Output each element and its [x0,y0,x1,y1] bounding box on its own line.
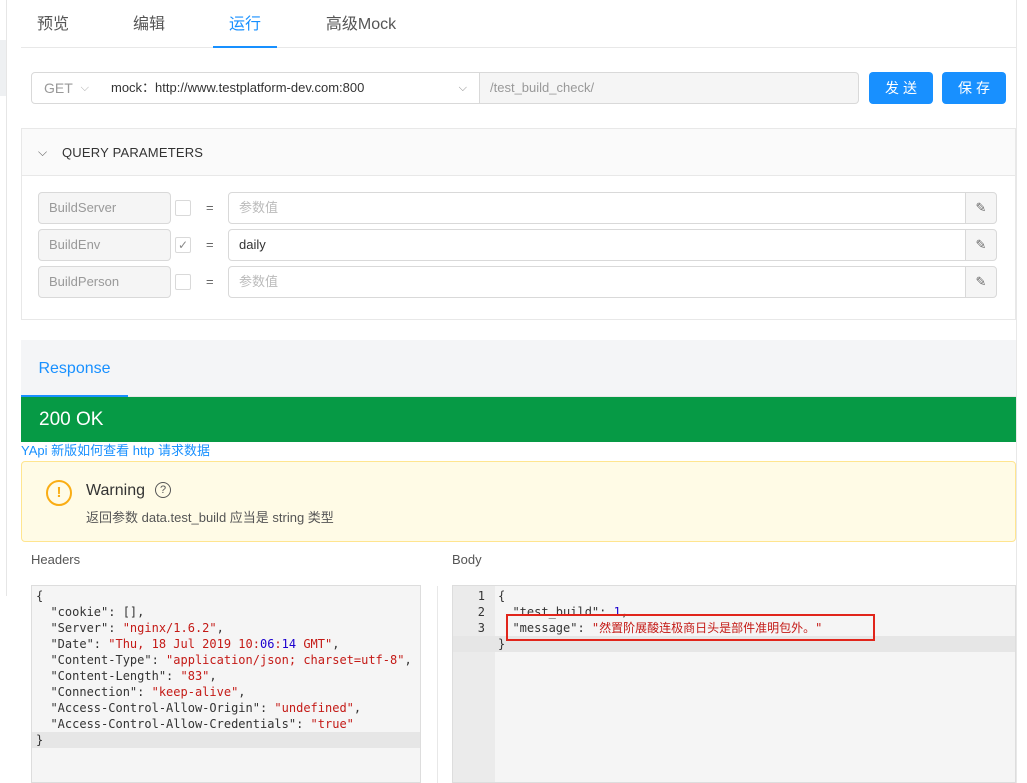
divider [437,586,438,783]
param-name: BuildPerson [38,266,171,298]
param-value-input[interactable]: 参数值 [228,192,966,224]
warning-title: Warning [86,482,145,499]
param-enable-checkbox[interactable] [175,200,191,216]
code-line: "Content-Length": "83", [36,669,217,683]
query-parameters-header[interactable]: ⌵ QUERY PARAMETERS [22,129,1015,176]
query-parameters-title: QUERY PARAMETERS [62,145,204,160]
chevron-down-icon: ⌵ [458,82,467,94]
param-row: BuildEnv ✓ = daily ✎ [38,229,1000,261]
code-line: "Date": "Thu, 18 Jul 2019 10:06:14 GMT", [36,637,340,651]
headers-editor[interactable]: { "cookie": [], "Server": "nginx/1.6.2",… [31,585,421,783]
question-icon[interactable]: ? [155,482,171,498]
tab-edit[interactable]: 编辑 [117,0,181,48]
path-input[interactable]: /test_build_check/ [480,72,859,104]
status-bar: 200 OK [21,397,1016,442]
tab-run[interactable]: 运行 [213,0,277,48]
equals-sign: = [206,237,214,252]
exclamation-icon: ! [46,480,72,506]
send-button[interactable]: 发送 [869,72,933,104]
response-tabs: Response [21,340,1016,397]
edit-icon[interactable]: ✎ [965,266,997,298]
code-line: { [36,589,44,603]
code-line: { [498,589,506,603]
param-row: BuildPerson = 参数值 ✎ [38,266,1000,298]
param-row: BuildServer = 参数值 ✎ [38,192,1000,224]
param-value-input[interactable]: daily [228,229,966,261]
edit-icon[interactable]: ✎ [965,229,997,261]
equals-sign: = [206,200,214,215]
code-line: "Content-Type": "application/json; chars… [36,653,412,667]
tab-advanced-mock[interactable]: 高级Mock [309,0,413,48]
check-icon: ✓ [177,238,189,252]
edit-icon[interactable]: ✎ [965,192,997,224]
code-line: "cookie": [], [36,605,145,619]
warning-description: 返回参数 data.test_build 应当是 string 类型 [86,510,334,525]
code-line: "Access-Control-Allow-Credentials": "tru… [36,717,354,731]
body-label: Body [452,552,482,567]
headers-label: Headers [31,552,81,567]
tab-response[interactable]: Response [21,340,128,397]
code-line: "Connection": "keep-alive", [36,685,246,699]
param-name: BuildEnv [38,229,171,261]
chevron-down-icon: ⌵ [80,82,89,94]
highlight-box [506,614,875,641]
code-line: } [32,732,420,748]
top-tabs: 预览 编辑 运行 高级Mock [21,0,1016,48]
help-link[interactable]: YApi 新版如何查看 http 请求数据 [21,442,210,460]
method-value: GET [44,80,73,96]
save-button[interactable]: 保存 [942,72,1006,104]
param-enable-checkbox[interactable] [175,274,191,290]
chevron-down-icon: ⌵ [38,145,48,159]
left-edge [0,0,8,783]
param-value-input[interactable]: 参数值 [228,266,966,298]
method-select[interactable]: GET ⌵ [31,72,100,104]
right-edge [1016,0,1017,783]
param-enable-checkbox[interactable]: ✓ [175,237,191,253]
tab-preview[interactable]: 预览 [21,0,85,48]
code-line: "Access-Control-Allow-Origin": "undefine… [36,701,362,715]
param-name: BuildServer [38,192,171,224]
query-parameters-panel: ⌵ QUERY PARAMETERS BuildServer = 参数值 ✎ B… [21,128,1016,320]
warning-alert: ! Warning ? 返回参数 data.test_build 应当是 str… [21,461,1016,542]
host-value: mock：http://www.testplatform-dev.com:800 [111,80,365,95]
host-select[interactable]: mock：http://www.testplatform-dev.com:800… [99,72,480,104]
equals-sign: = [206,274,214,289]
code-line: "Server": "nginx/1.6.2", [36,621,224,635]
